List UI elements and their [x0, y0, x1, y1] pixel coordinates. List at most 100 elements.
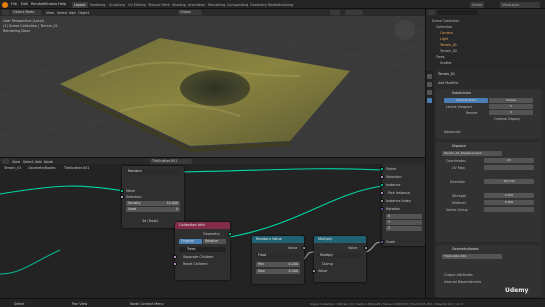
- geonodes-tree-field[interactable]: TileScatter.001: [442, 254, 502, 259]
- strength-field[interactable]: 0.450: [484, 193, 534, 198]
- subdivision-name-field[interactable]: Subdivision: [452, 91, 471, 95]
- rotation-y-field[interactable]: Y: [386, 220, 422, 225]
- menu-edit[interactable]: Edit: [21, 2, 28, 6]
- midlevel-field[interactable]: 0.500: [484, 200, 534, 205]
- reset-children-checkbox[interactable]: Reset Children: [183, 262, 208, 266]
- clamp-checkbox[interactable]: Clamp: [322, 262, 333, 266]
- separate-children-socket[interactable]: [173, 255, 177, 259]
- outliner-item[interactable]: Collection: [436, 25, 452, 29]
- multiply-node[interactable]: Multiply Value Multiply Clamp Value: [312, 236, 368, 282]
- pick-instance-socket[interactable]: [380, 191, 384, 195]
- tab-compositing[interactable]: Compositing: [225, 2, 250, 8]
- tab-sculpting[interactable]: Sculpting: [107, 2, 127, 8]
- viewport-menu-add[interactable]: Add: [69, 11, 76, 15]
- tab-animation[interactable]: Animation: [186, 2, 207, 8]
- viewport-menu-select[interactable]: Select: [57, 11, 67, 15]
- scale-socket[interactable]: [380, 240, 384, 244]
- instance-input-socket[interactable]: [380, 183, 384, 187]
- outliner-item[interactable]: Camera: [440, 31, 453, 35]
- instance-index-socket[interactable]: [380, 199, 384, 203]
- outliner-item[interactable]: Scatter: [440, 61, 452, 65]
- collection-info-node[interactable]: Collection Info Geometry Original Relati…: [173, 222, 232, 280]
- tab-uv-editing[interactable]: UV Editing: [126, 2, 148, 8]
- relative-toggle[interactable]: Relative: [203, 239, 226, 244]
- scene-selector[interactable]: Scene: [470, 1, 485, 8]
- geometry-output-socket[interactable]: [228, 232, 232, 236]
- output-attributes-subpanel[interactable]: Output Attributes: [444, 273, 473, 277]
- texture-field[interactable]: Terrain_01_Displacement: [442, 151, 502, 156]
- render-levels-field[interactable]: 6: [489, 110, 533, 115]
- tab-layout[interactable]: Layout: [72, 1, 88, 8]
- tool-tab-icon[interactable]: [427, 74, 432, 79]
- viewport-menu-view[interactable]: View: [46, 11, 54, 15]
- outliner-search-input[interactable]: [438, 10, 478, 15]
- shading-modes-icon[interactable]: [345, 10, 363, 15]
- multiply-output-socket[interactable]: [364, 246, 368, 250]
- breadcrumb-object[interactable]: Terrain_01: [4, 166, 22, 170]
- outliner-item[interactable]: Terrain_01: [440, 43, 457, 47]
- navigation-gizmo-icon[interactable]: [395, 20, 415, 40]
- pick-instance-checkbox[interactable]: Pick Instance: [388, 191, 410, 195]
- rotation-z-field[interactable]: Z: [386, 226, 422, 231]
- advanced-subpanel[interactable]: Advanced: [444, 130, 460, 134]
- direction-dropdown[interactable]: Normal: [484, 179, 534, 184]
- min-field[interactable]: Min 0.200: [256, 262, 300, 267]
- render-tab-icon[interactable]: [427, 82, 432, 87]
- selection-input-socket[interactable]: [120, 195, 124, 199]
- transform-orientation[interactable]: Global: [178, 10, 202, 15]
- geonodes-name-field[interactable]: GeometryNodes: [452, 247, 479, 251]
- node-editor[interactable]: Random Mesh Selection Density 10.000 See…: [0, 164, 425, 298]
- menu-file[interactable]: File: [11, 2, 17, 6]
- collection-picker[interactable]: Trees: [179, 247, 226, 252]
- density-field[interactable]: Density 10.000: [126, 201, 180, 206]
- menu-help[interactable]: Help: [58, 2, 66, 6]
- editor-type-icon[interactable]: [2, 10, 9, 15]
- vertex-group-field[interactable]: [484, 207, 534, 212]
- displace-name-field[interactable]: Displace: [452, 144, 466, 148]
- outliner-item[interactable]: Light: [440, 37, 448, 41]
- uv-map-field[interactable]: [484, 165, 534, 170]
- output-tab-icon[interactable]: [427, 90, 432, 95]
- blender-logo-icon[interactable]: [2, 1, 8, 8]
- outliner-root[interactable]: Scene Collection: [432, 19, 459, 23]
- overlays-icon[interactable]: [330, 10, 340, 15]
- modifier-tab-icon[interactable]: [427, 98, 432, 103]
- coordinates-dropdown[interactable]: UV: [484, 158, 534, 163]
- menu-window[interactable]: Window: [43, 2, 57, 6]
- rotation-socket[interactable]: [380, 207, 384, 211]
- mode-selector[interactable]: Object Mode: [11, 10, 41, 15]
- separate-children-checkbox[interactable]: Separate Children: [183, 255, 214, 259]
- 3d-viewport[interactable]: User Perspective (Local) (1) Scene Colle…: [0, 16, 425, 157]
- seed-field[interactable]: Seed 0: [126, 207, 180, 212]
- original-toggle[interactable]: Original: [179, 239, 202, 244]
- random-value-output-socket[interactable]: [302, 246, 306, 250]
- reset-children-socket[interactable]: [173, 262, 177, 266]
- tab-texture-paint[interactable]: Texture Paint: [146, 2, 172, 8]
- rotation-x-field[interactable]: X: [386, 214, 422, 219]
- add-modifier-button[interactable]: Add Modifier: [438, 81, 459, 85]
- tab-modeling[interactable]: Modeling: [88, 2, 107, 8]
- catmull-clark-toggle[interactable]: Catmull-Clark: [444, 98, 488, 103]
- optimal-display-checkbox[interactable]: Optimal Display: [494, 117, 520, 121]
- internal-dependencies-subpanel[interactable]: Internal Dependencies: [444, 280, 481, 284]
- outliner-item[interactable]: Trees: [436, 55, 445, 59]
- tab-scripting[interactable]: Scripting: [276, 2, 295, 8]
- levels-viewport-field[interactable]: 5: [489, 104, 533, 109]
- instance-on-points-node[interactable]: Points Selection Instance Pick Instance …: [380, 164, 425, 246]
- outliner-type-icon[interactable]: [428, 10, 435, 15]
- random-value-type-dropdown[interactable]: Float: [256, 253, 300, 258]
- mesh-input-socket[interactable]: [120, 189, 124, 193]
- outliner-item[interactable]: Terrain_02: [440, 49, 457, 53]
- breadcrumb-modifier[interactable]: GeometryNodes: [28, 166, 56, 170]
- multiply-input-socket[interactable]: [312, 269, 316, 273]
- menu-render[interactable]: Render: [31, 2, 44, 6]
- distribute-points-node[interactable]: Random Mesh Selection Density 10.000 See…: [120, 166, 184, 228]
- view-layer-selector[interactable]: ViewLayer: [500, 1, 540, 8]
- simple-toggle[interactable]: Simple: [489, 98, 533, 103]
- random-value-node[interactable]: Random Value Value Float Min 0.200 Max 0…: [252, 236, 306, 284]
- instance-selection-socket[interactable]: [380, 175, 384, 179]
- operation-dropdown[interactable]: Multiply: [318, 253, 362, 258]
- viewport-menu-object[interactable]: Object: [78, 11, 89, 15]
- breadcrumb-tree[interactable]: TileScatter.001: [64, 166, 89, 170]
- max-field[interactable]: Max 0.300: [256, 269, 300, 274]
